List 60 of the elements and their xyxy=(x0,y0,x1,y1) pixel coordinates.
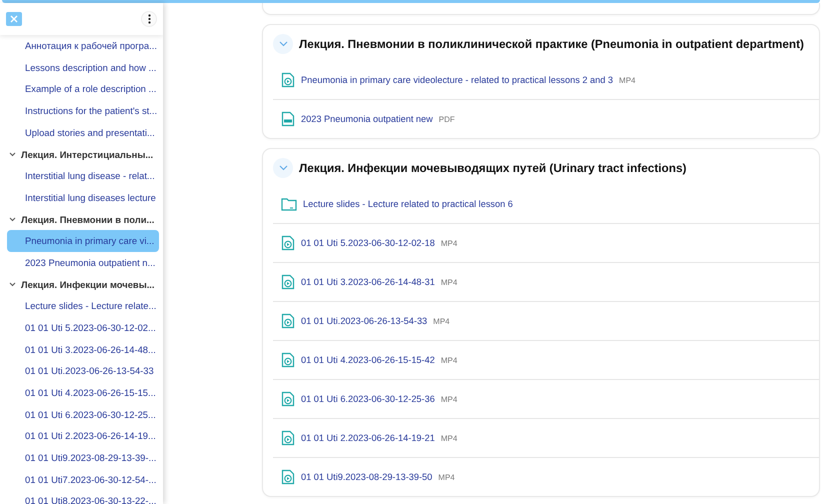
file-type-label: MP4 xyxy=(440,356,458,364)
resource-link[interactable]: 01 01 Uti 3.2023-06-26-14-48-31 xyxy=(301,277,435,287)
section-title: Лекция. Пневмонии в поликлинической практике (Pneumonia in outpatient department) xyxy=(299,37,804,51)
video-file-icon xyxy=(281,313,295,329)
video-file-icon xyxy=(281,391,295,407)
sidebar-item[interactable]: 01 01 Uti 5.2023-06-30-12-02... xyxy=(7,316,159,339)
more-icon xyxy=(148,14,150,24)
video-file-icon xyxy=(281,352,295,368)
chevron-icon[interactable] xyxy=(9,216,16,222)
chevron-icon xyxy=(278,165,288,171)
sidebar-item[interactable]: 01 01 Uti7.2023-06-30-12-54-... xyxy=(7,468,159,490)
sidebar-item[interactable]: 01 01 Uti9.2023-08-29-13-39-... xyxy=(7,447,159,469)
sidebar-item[interactable]: 01 01 Uti 6.2023-06-30-12-25... xyxy=(7,404,159,426)
video-file-icon xyxy=(281,469,295,485)
sidebar-item[interactable]: 01 01 Uti 2.2023-06-26-14-19... xyxy=(7,425,159,448)
file-type-label: MP4 xyxy=(440,394,458,404)
more-button[interactable] xyxy=(141,11,157,27)
sidebar-section[interactable]: Лекция. Пневмонии в поли... xyxy=(21,214,154,225)
file-type-label: MP4 xyxy=(440,434,458,442)
chevron-icon[interactable] xyxy=(9,282,16,287)
sidebar-item[interactable]: Example of a role description ... xyxy=(7,78,159,100)
resource-link[interactable]: 01 01 Uti 6.2023-06-30-12-25-36 xyxy=(301,394,435,404)
sidebar-item[interactable]: Instructions for the patient's st... xyxy=(7,100,159,122)
video-file-icon xyxy=(281,72,295,88)
file-type-label: PDF xyxy=(438,114,455,124)
sidebar-item[interactable]: Lecture slides - Lecture relate... xyxy=(7,295,159,317)
resource-link[interactable]: 01 01 Uti 5.2023-06-30-12-02-18 xyxy=(301,238,435,248)
resource-link[interactable]: 01 01 Uti9.2023-08-29-13-39-50 xyxy=(301,472,432,482)
close-icon xyxy=(10,15,18,23)
sidebar-section[interactable]: Лекция. Инфекции мочевы... xyxy=(21,278,155,290)
resource-link[interactable]: 2023 Pneumonia outpatient new xyxy=(301,114,433,124)
sidebar-section[interactable]: Лекция. Интерстициальны... xyxy=(21,148,154,160)
sidebar-item[interactable]: Upload stories and presentati... xyxy=(7,122,159,144)
section-title: Лекция. Инфекции мочевыводящих путей (Urinary tract infections) xyxy=(299,161,686,175)
chevron-icon xyxy=(278,41,288,47)
sidebar-item[interactable]: 01 01 Uti 4.2023-06-26-15-15... xyxy=(7,382,159,404)
chevron-icon[interactable] xyxy=(9,152,16,157)
resource-link[interactable]: 01 01 Uti 4.2023-06-26-15-15-42 xyxy=(301,355,435,365)
file-type-label: MP4 xyxy=(438,472,455,482)
sidebar-item[interactable]: 01 01 Uti.2023-06-26-13-54-33 xyxy=(7,360,159,382)
sidebar-item[interactable]: 2023 Pneumonia outpatient n... xyxy=(7,252,159,274)
sidebar-item[interactable]: Pneumonia in primary care vi... xyxy=(7,230,159,252)
sidebar-item[interactable]: 01 01 Uti 3.2023-06-26-14-48... xyxy=(7,338,159,360)
sidebar-item[interactable]: Lessons description and how ... xyxy=(7,56,159,78)
video-file-icon xyxy=(281,430,295,446)
file-type-label: MP4 xyxy=(619,76,636,84)
video-file-icon xyxy=(281,235,295,251)
file-type-label: MP4 xyxy=(440,238,458,248)
file-type-label: MP4 xyxy=(433,316,450,326)
resource-link[interactable]: Pneumonia in primary care videolecture - related to practical lessons 2 and 3 xyxy=(301,75,614,85)
sidebar-item[interactable]: Аннотация к рабочей програ... xyxy=(7,35,159,57)
resource-link[interactable]: 01 01 Uti.2023-06-26-13-54-33 xyxy=(301,316,428,326)
resource-link[interactable]: 01 01 Uti 2.2023-06-26-14-19-21 xyxy=(301,433,435,443)
video-file-icon xyxy=(281,274,295,290)
pdf-file-icon xyxy=(281,111,295,127)
sidebar-item[interactable]: Interstitial lung diseases lecture xyxy=(7,186,159,208)
sidebar-item[interactable]: Interstitial lung disease - relat... xyxy=(7,165,159,187)
folder-icon xyxy=(281,197,297,211)
file-type-label: MP4 xyxy=(440,278,458,286)
resource-link[interactable]: Lecture slides - Lecture related to practical lesson 6 xyxy=(303,199,513,209)
